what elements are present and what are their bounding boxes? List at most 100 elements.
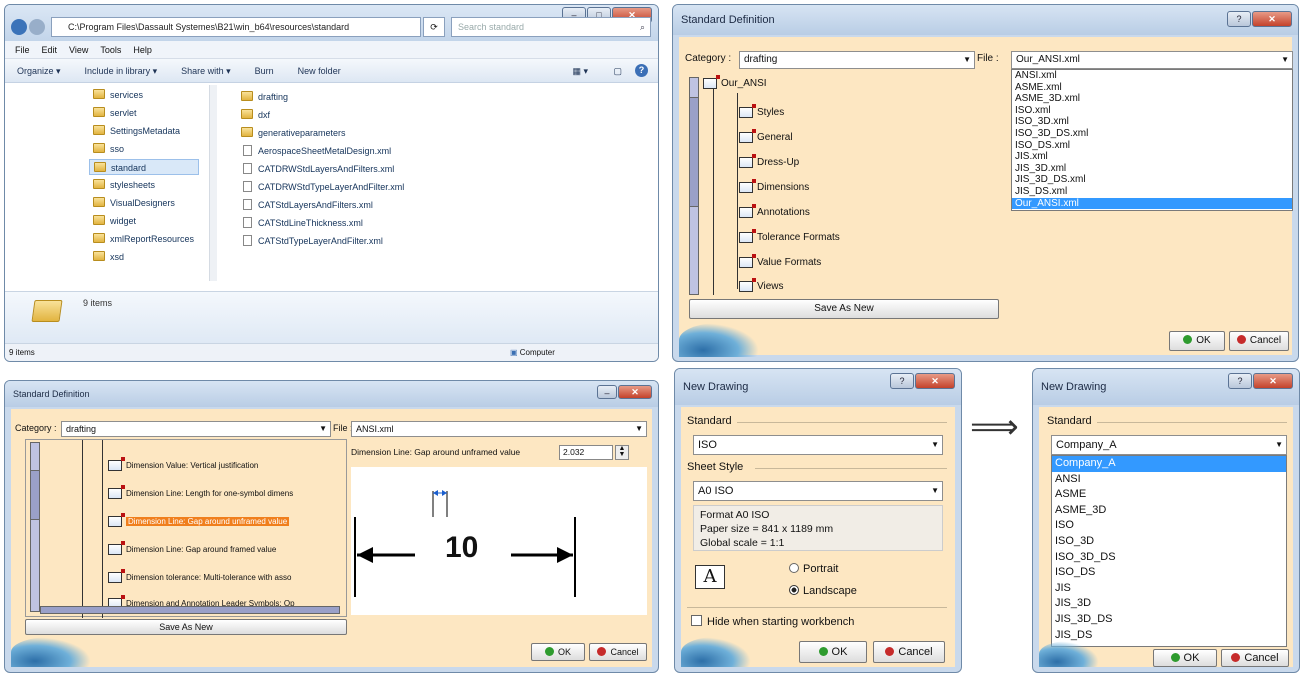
- new-folder-button[interactable]: New folder: [298, 59, 341, 82]
- ok-button[interactable]: OK: [799, 641, 867, 663]
- file-option[interactable]: ISO_DS.xml: [1012, 140, 1292, 152]
- nav-item-settingsmetadata[interactable]: SettingsMetadata: [93, 125, 180, 136]
- file-option[interactable]: JIS_3D.xml: [1012, 163, 1292, 175]
- value-spinner[interactable]: ▲ ▼: [615, 445, 629, 460]
- tree-item[interactable]: Dimension Value: Vertical justification: [108, 457, 258, 471]
- file-combo[interactable]: ANSI.xml ▼: [351, 421, 647, 437]
- nav-item-stylesheets[interactable]: stylesheets: [93, 179, 155, 190]
- standard-option[interactable]: ISO_3D_DS: [1052, 550, 1286, 566]
- organize-button[interactable]: Organize ▾: [17, 59, 61, 82]
- file-option[interactable]: ISO.xml: [1012, 105, 1292, 117]
- forward-icon[interactable]: [29, 19, 45, 35]
- save-as-new-button[interactable]: Save As New: [25, 619, 347, 635]
- refresh-icon[interactable]: ⟳: [423, 17, 445, 37]
- standard-dropdown-list[interactable]: Company_A ANSI ASME ASME_3D ISO ISO_3D I…: [1051, 455, 1287, 647]
- cancel-button[interactable]: Cancel: [1221, 649, 1289, 667]
- ok-button[interactable]: OK: [531, 643, 585, 661]
- file-item[interactable]: CATDRWStdTypeLayerAndFilter.xml: [243, 181, 404, 192]
- file-option[interactable]: ANSI.xml: [1012, 70, 1292, 82]
- search-input[interactable]: Search standard ⌕: [451, 17, 651, 37]
- menu-tools[interactable]: Tools: [100, 41, 121, 58]
- category-combo[interactable]: drafting ▼: [739, 51, 975, 69]
- nav-item-services[interactable]: services: [93, 89, 143, 100]
- tree-item-dimensions[interactable]: Dimensions: [739, 179, 809, 193]
- cancel-button[interactable]: Cancel: [589, 643, 647, 661]
- file-dropdown-list[interactable]: ANSI.xml ASME.xml ASME_3D.xml ISO.xml IS…: [1011, 69, 1293, 211]
- folder-item-drafting[interactable]: drafting: [241, 91, 288, 102]
- nav-item-standard[interactable]: standard: [89, 159, 199, 175]
- sheet-style-combo[interactable]: A0 ISO ▼: [693, 481, 943, 501]
- file-item[interactable]: CATStdTypeLayerAndFilter.xml: [243, 235, 383, 246]
- help-button[interactable]: ?: [1228, 373, 1252, 389]
- standard-option[interactable]: ANSI: [1052, 472, 1286, 488]
- standard-option[interactable]: JIS_3D: [1052, 596, 1286, 612]
- standard-option[interactable]: ISO_DS: [1052, 565, 1286, 581]
- standard-option[interactable]: ASME: [1052, 487, 1286, 503]
- tree-item-dress-up[interactable]: Dress-Up: [739, 154, 799, 168]
- nav-item-sso[interactable]: sso: [93, 143, 124, 154]
- tree-item-general[interactable]: General: [739, 129, 793, 143]
- back-icon[interactable]: [11, 19, 27, 35]
- nav-scrollbar[interactable]: [209, 85, 217, 281]
- tree-item-styles[interactable]: Styles: [739, 104, 784, 118]
- file-item[interactable]: CATStdLineThickness.xml: [243, 217, 363, 228]
- help-button[interactable]: ?: [890, 373, 914, 389]
- file-option[interactable]: ASME.xml: [1012, 82, 1292, 94]
- menu-edit[interactable]: Edit: [42, 41, 58, 58]
- close-button[interactable]: ✕: [618, 385, 652, 399]
- category-combo[interactable]: drafting ▼: [61, 421, 331, 437]
- standard-option[interactable]: ASME_3D: [1052, 503, 1286, 519]
- tree-item[interactable]: Dimension Line: Length for one-symbol di…: [108, 485, 293, 499]
- nav-item-widget[interactable]: widget: [93, 215, 136, 226]
- standard-combo[interactable]: ISO ▼: [693, 435, 943, 455]
- help-icon[interactable]: ?: [635, 64, 648, 77]
- nav-item-xmlreportresources[interactable]: xmlReportResources: [93, 233, 194, 244]
- preview-pane-icon[interactable]: ▢: [613, 59, 622, 83]
- include-library-button[interactable]: Include in library ▾: [85, 59, 158, 82]
- horizontal-scrollbar[interactable]: [40, 606, 340, 614]
- burn-button[interactable]: Burn: [255, 59, 274, 82]
- ok-button[interactable]: OK: [1153, 649, 1217, 667]
- help-button[interactable]: ?: [1227, 11, 1251, 27]
- scroll-thumb[interactable]: [689, 97, 699, 207]
- menu-help[interactable]: Help: [133, 41, 152, 58]
- nav-item-visualdesigners[interactable]: VisualDesigners: [93, 197, 175, 208]
- file-option[interactable]: JIS.xml: [1012, 151, 1292, 163]
- close-button[interactable]: ✕: [1252, 11, 1292, 27]
- file-option-selected[interactable]: Our_ANSI.xml: [1012, 197, 1292, 210]
- portrait-radio[interactable]: Portrait: [789, 563, 838, 575]
- file-option[interactable]: JIS_DS.xml: [1012, 186, 1292, 198]
- tree-scrollbar[interactable]: [30, 442, 40, 612]
- file-item[interactable]: CATDRWStdLayersAndFilters.xml: [243, 163, 394, 174]
- nav-item-xsd[interactable]: xsd: [93, 251, 124, 262]
- cancel-button[interactable]: Cancel: [1229, 331, 1289, 351]
- file-item[interactable]: AerospaceSheetMetalDesign.xml: [243, 145, 391, 156]
- save-as-new-button[interactable]: Save As New: [689, 299, 999, 319]
- minimize-button[interactable]: –: [597, 385, 617, 399]
- file-item[interactable]: CATStdLayersAndFilters.xml: [243, 199, 373, 210]
- standard-option-selected[interactable]: Company_A: [1052, 456, 1286, 472]
- scroll-thumb[interactable]: [30, 470, 40, 520]
- standard-option[interactable]: ISO_3D: [1052, 534, 1286, 550]
- tree-item-views[interactable]: Views: [739, 278, 784, 292]
- file-option[interactable]: ASME_3D.xml: [1012, 93, 1292, 105]
- standard-option[interactable]: JIS_3D_DS: [1052, 612, 1286, 628]
- share-with-button[interactable]: Share with ▾: [181, 59, 231, 82]
- parameter-value-input[interactable]: 2.032: [559, 445, 613, 460]
- standard-option[interactable]: JIS: [1052, 581, 1286, 597]
- tree-root[interactable]: Our_ANSI: [703, 75, 767, 89]
- landscape-radio[interactable]: Landscape: [789, 585, 857, 597]
- tree-item-annotations[interactable]: Annotations: [739, 204, 810, 218]
- menu-file[interactable]: File: [15, 41, 30, 58]
- file-combo[interactable]: Our_ANSI.xml ▼: [1011, 51, 1293, 69]
- cancel-button[interactable]: Cancel: [873, 641, 945, 663]
- standard-option[interactable]: ISO: [1052, 518, 1286, 534]
- hide-when-starting-checkbox[interactable]: Hide when starting workbench: [691, 615, 854, 628]
- nav-item-servlet[interactable]: servlet: [93, 107, 137, 118]
- ok-button[interactable]: OK: [1169, 331, 1225, 351]
- close-button[interactable]: ✕: [915, 373, 955, 389]
- close-button[interactable]: ✕: [1253, 373, 1293, 389]
- tree-item[interactable]: Dimension tolerance: Multi-tolerance wit…: [108, 569, 291, 583]
- standard-option[interactable]: JIS_DS: [1052, 628, 1286, 644]
- view-options-icon[interactable]: ▦ ▾: [572, 59, 588, 83]
